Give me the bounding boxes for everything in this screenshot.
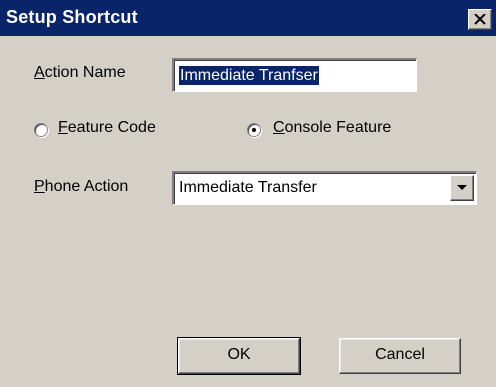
phone-action-value: Immediate Transfer	[179, 179, 317, 196]
close-button[interactable]	[468, 9, 492, 30]
phone-action-label: Phone Action	[34, 178, 129, 195]
dialog-title: Setup Shortcut	[6, 7, 138, 27]
close-icon	[474, 14, 486, 25]
phone-action-select[interactable]: Immediate Transfer	[172, 171, 477, 205]
title-bar[interactable]: Setup Shortcut	[0, 0, 496, 36]
action-name-value[interactable]: Immediate Tranfser	[179, 66, 319, 85]
ok-button[interactable]: OK	[177, 337, 301, 375]
feature-code-radio[interactable]	[34, 123, 48, 137]
action-name-label: Action Name	[34, 64, 126, 81]
action-name-input[interactable]: Immediate Tranfser	[172, 58, 417, 92]
cancel-button[interactable]: Cancel	[339, 338, 461, 374]
console-feature-radio[interactable]	[247, 123, 261, 137]
setup-shortcut-dialog: Setup Shortcut Action Name Immediate Tra…	[0, 0, 496, 387]
feature-code-label[interactable]: Feature Code	[58, 119, 156, 137]
phone-action-dropdown-button[interactable]	[450, 175, 474, 201]
radio-selected-dot	[252, 128, 256, 132]
chevron-down-icon	[457, 185, 467, 190]
console-feature-label[interactable]: Console Feature	[273, 119, 391, 137]
